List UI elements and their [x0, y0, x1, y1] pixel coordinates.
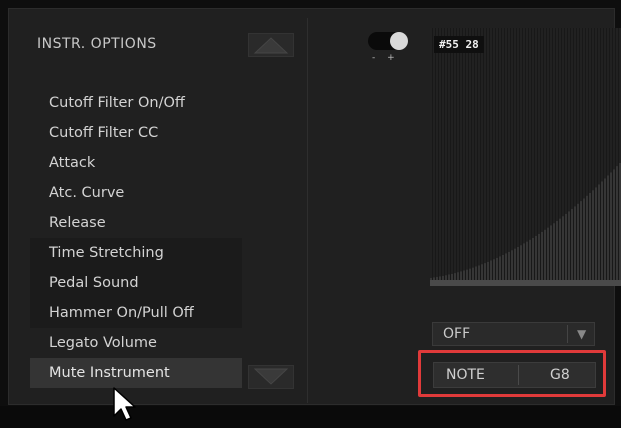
- note-value[interactable]: G8: [550, 367, 570, 383]
- curve-display[interactable]: [430, 28, 621, 286]
- option-cutoff-filter-on-off[interactable]: Cutoff Filter On/Off: [30, 88, 242, 118]
- option-release[interactable]: Release: [30, 208, 242, 238]
- options-title: INSTR. OPTIONS: [37, 36, 157, 52]
- option-hammer-on-pull-off[interactable]: Hammer On/Pull Off: [30, 298, 242, 328]
- scroll-down-button[interactable]: [248, 365, 294, 389]
- dropdown-value: OFF: [443, 326, 471, 342]
- toggle-knob[interactable]: [390, 32, 408, 50]
- option-mute-instrument[interactable]: Mute Instrument: [30, 358, 242, 388]
- value-readout: #55 28: [434, 36, 484, 53]
- option-legato-volume[interactable]: Legato Volume: [30, 328, 242, 358]
- option-pedal-sound[interactable]: Pedal Sound: [30, 268, 242, 298]
- options-list: Cutoff Filter On/Off Cutoff Filter CC At…: [30, 88, 298, 388]
- triangle-down-icon[interactable]: ▼: [577, 327, 586, 341]
- curve-graph: [430, 28, 621, 286]
- note-field[interactable]: NOTE G8: [433, 362, 596, 388]
- toggle-plus-label: +: [387, 53, 395, 63]
- curve-baseline: [430, 280, 621, 286]
- option-attack[interactable]: Attack: [30, 148, 242, 178]
- scroll-up-icon: [253, 37, 289, 54]
- option-atc-curve[interactable]: Atc. Curve: [30, 178, 242, 208]
- toggle-labels: - +: [372, 53, 395, 63]
- power-toggle[interactable]: [368, 32, 408, 50]
- scroll-up-button[interactable]: [248, 33, 294, 57]
- toggle-minus-label: -: [372, 53, 376, 63]
- scroll-down-icon: [253, 368, 289, 385]
- mode-dropdown[interactable]: OFF ▼: [432, 322, 595, 346]
- option-cutoff-filter-cc[interactable]: Cutoff Filter CC: [30, 118, 242, 148]
- mouse-pointer-icon: [113, 387, 136, 421]
- bottom-strip: [0, 406, 621, 428]
- note-separator: [518, 365, 519, 385]
- note-label: NOTE: [446, 367, 485, 383]
- dropdown-separator: [567, 325, 568, 343]
- option-time-stretching[interactable]: Time Stretching: [30, 238, 242, 268]
- panel-divider: [307, 18, 308, 403]
